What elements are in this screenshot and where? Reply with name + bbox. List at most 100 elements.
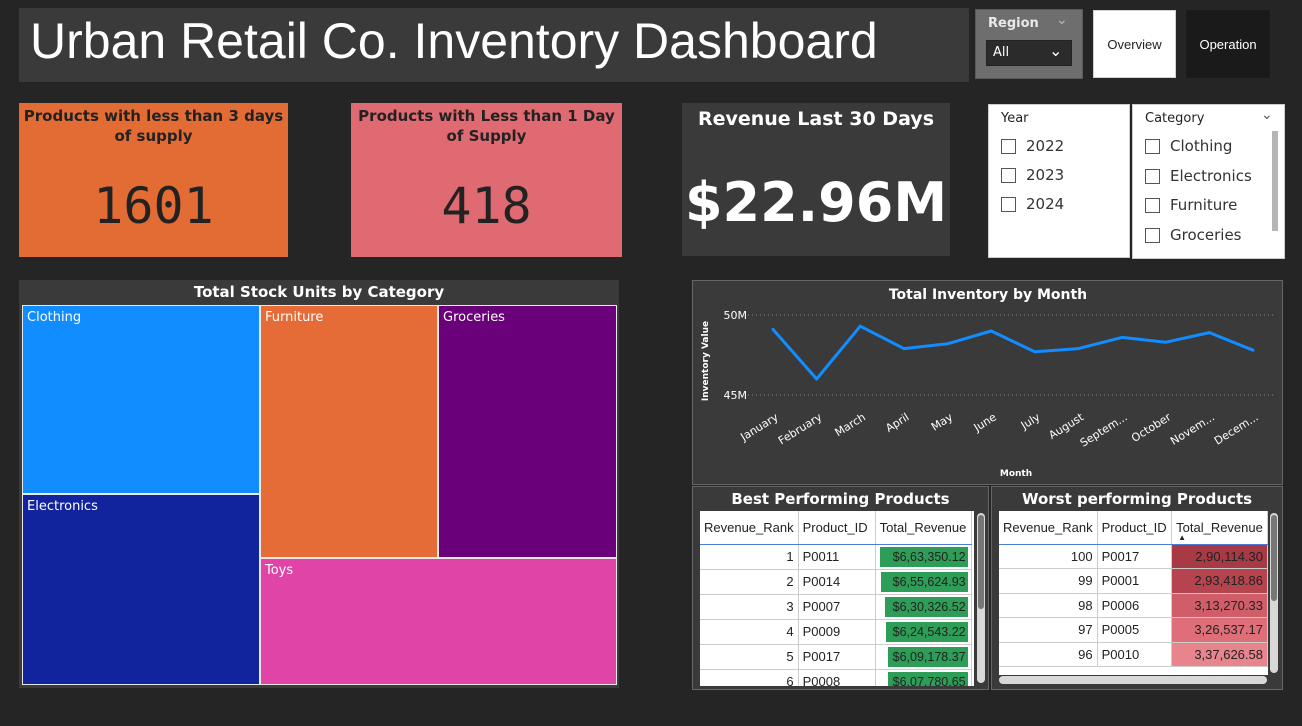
- region-dropdown[interactable]: All ⌄: [986, 40, 1072, 66]
- treemap-tile-furniture[interactable]: Furniture: [260, 305, 438, 558]
- year-option-2024[interactable]: 2024: [1001, 195, 1064, 213]
- data-point[interactable]: [1033, 350, 1037, 354]
- chevron-down-icon[interactable]: ⌄: [1056, 12, 1068, 28]
- revenue-value: $6,24,543.22: [892, 624, 966, 639]
- data-point[interactable]: [1120, 335, 1124, 339]
- table-row[interactable]: 3 P0007 $6,30,326.52: [700, 594, 972, 620]
- scrollbar[interactable]: [1270, 513, 1278, 673]
- region-value: All: [993, 45, 1010, 60]
- category-option-clothing[interactable]: Clothing: [1145, 137, 1232, 155]
- data-point[interactable]: [815, 377, 819, 381]
- data-point[interactable]: [1251, 348, 1255, 352]
- table-row[interactable]: 98 P0006 3,13,270.33: [999, 593, 1268, 618]
- table-row[interactable]: 99 P0001 2,93,418.86: [999, 568, 1268, 594]
- x-axis-label: Month: [1000, 469, 1032, 479]
- checkbox[interactable]: [1145, 168, 1160, 184]
- tile-label: Furniture: [265, 310, 324, 325]
- year-slicer: Year 2022 2023 2024: [988, 104, 1130, 258]
- kpi-value: 1601: [93, 177, 214, 235]
- tile-label: Toys: [265, 563, 294, 578]
- table-row[interactable]: 4 P0009 $6,24,543.22: [700, 619, 972, 645]
- treemap-title: Total Stock Units by Category: [193, 283, 445, 301]
- scrollbar[interactable]: [977, 513, 985, 683]
- sort-ascending-icon[interactable]: ▲: [1178, 533, 1186, 542]
- treemap-tile-clothing[interactable]: Clothing: [22, 305, 260, 494]
- horizontal-scrollbar[interactable]: [999, 676, 1267, 684]
- option-label: 2022: [1026, 137, 1065, 155]
- y-tick-label: 50M: [724, 309, 748, 322]
- data-point[interactable]: [1207, 331, 1211, 335]
- x-tick-label: Decem...: [1212, 411, 1261, 448]
- table-row[interactable]: 1 P0011 $6,63,350.12: [700, 544, 972, 570]
- table-row[interactable]: 6 P0008 $6,07,780.65: [700, 669, 972, 687]
- rank-cell: 2: [700, 569, 799, 595]
- rank-cell: 98: [999, 593, 1098, 618]
- category-option-groceries[interactable]: Groceries: [1145, 226, 1242, 244]
- treemap-tile-electronics[interactable]: Electronics: [22, 494, 260, 685]
- checkbox[interactable]: [1001, 196, 1016, 212]
- revenue-value: $6,07,780.65: [892, 674, 966, 687]
- column-header[interactable]: Total_Revenue ▲: [1171, 511, 1268, 545]
- option-label: Clothing: [1170, 137, 1233, 155]
- data-point[interactable]: [1076, 347, 1080, 351]
- option-label: 2024: [1026, 195, 1065, 213]
- option-label: Groceries: [1170, 226, 1242, 244]
- tile-label: Clothing: [27, 310, 82, 325]
- year-option-2023[interactable]: 2023: [1001, 166, 1064, 184]
- table-row[interactable]: 100 P0017 2,90,114.30: [999, 544, 1268, 569]
- revenue-cell: 3,37,626.58: [1171, 642, 1268, 667]
- data-point[interactable]: [858, 324, 862, 328]
- chevron-down-icon[interactable]: ⌄: [1261, 107, 1273, 123]
- revenue-value: $6,09,178.37: [892, 649, 966, 664]
- treemap-tile-groceries[interactable]: Groceries: [438, 305, 617, 558]
- column-header[interactable]: Revenue_Rank: [700, 511, 799, 545]
- revenue-cell: 3,13,270.33: [1171, 593, 1268, 618]
- kpi-card-less-1-day: Products with Less than 1 Day of Supply …: [351, 103, 622, 257]
- column-header[interactable]: Product_ID: [1097, 511, 1173, 545]
- product-id-cell: P0001: [1097, 568, 1173, 594]
- x-tick-label: May: [929, 410, 956, 433]
- table-row[interactable]: 5 P0017 $6,09,178.37: [700, 644, 972, 670]
- checkbox[interactable]: [1001, 167, 1016, 183]
- data-point[interactable]: [902, 347, 906, 351]
- year-slicer-title: Year: [1001, 111, 1029, 126]
- column-header-label: Total_Revenue: [1176, 519, 1263, 535]
- checkbox[interactable]: [1145, 227, 1160, 243]
- series-line[interactable]: [771, 324, 1254, 381]
- category-option-furniture[interactable]: Furniture: [1145, 196, 1237, 214]
- product-id-cell: P0014: [798, 569, 876, 595]
- data-point[interactable]: [771, 327, 775, 331]
- column-header[interactable]: Total_Revenue: [875, 511, 972, 545]
- option-label: 2023: [1026, 166, 1065, 184]
- x-tick-label: July: [1018, 410, 1043, 432]
- data-point[interactable]: [946, 342, 950, 346]
- data-point[interactable]: [989, 329, 993, 333]
- revenue-cell: $6,07,780.65: [875, 669, 972, 687]
- option-label: Furniture: [1170, 196, 1238, 214]
- overview-button[interactable]: Overview: [1093, 10, 1176, 78]
- table-title: Worst performing Products: [1021, 490, 1253, 508]
- revenue-value: $6,63,350.12: [892, 549, 966, 564]
- revenue-cell: $6,55,624.93: [875, 569, 972, 595]
- scrollbar[interactable]: [1272, 131, 1278, 231]
- table-row[interactable]: 96 P0010 3,37,626.58: [999, 642, 1268, 667]
- region-slicer[interactable]: Region ⌄ All ⌄: [975, 9, 1083, 79]
- checkbox[interactable]: [1145, 138, 1160, 154]
- revenue-bar: $6,63,350.12: [880, 546, 968, 567]
- treemap-tile-toys[interactable]: Toys: [260, 558, 617, 685]
- checkbox[interactable]: [1145, 197, 1160, 213]
- treemap-stock-by-category: Total Stock Units by Category Clothing E…: [19, 280, 619, 688]
- operation-button[interactable]: Operation: [1186, 10, 1270, 78]
- data-point[interactable]: [1164, 340, 1168, 344]
- worst-products-table: Worst performing Products Revenue_Rank P…: [991, 486, 1283, 690]
- column-header[interactable]: Product_ID: [798, 511, 876, 545]
- table-row[interactable]: 97 P0005 3,26,537.17: [999, 617, 1268, 643]
- region-label: Region: [988, 16, 1039, 31]
- category-option-electronics[interactable]: Electronics: [1145, 167, 1252, 185]
- year-option-2022[interactable]: 2022: [1001, 137, 1064, 155]
- column-header[interactable]: Revenue_Rank: [999, 511, 1098, 545]
- product-id-cell: P0010: [1097, 642, 1173, 667]
- table-row[interactable]: 2 P0014 $6,55,624.93: [700, 569, 972, 595]
- checkbox[interactable]: [1001, 138, 1016, 154]
- worst-products-grid: Revenue_Rank Product_ID Total_Revenue ▲ 1…: [999, 511, 1268, 667]
